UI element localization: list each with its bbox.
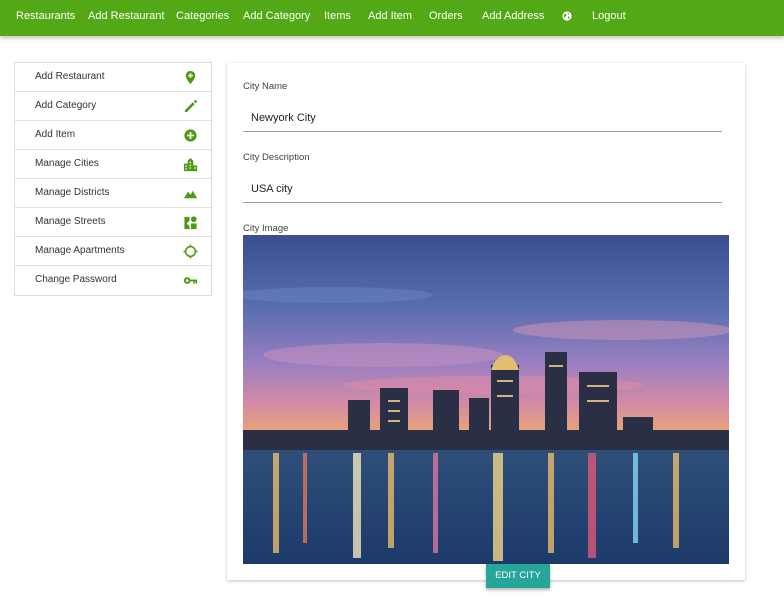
city-image[interactable] (243, 235, 729, 564)
sidebar-item-label: Manage Cities (35, 158, 99, 169)
sidebar-item-label: Add Item (35, 129, 76, 140)
sidebar-item-manage-apartments[interactable]: Manage Apartments (15, 237, 211, 266)
sidebar-item-label: Add Restaurant (35, 71, 105, 82)
sidebar-item-add-restaurant[interactable]: Add Restaurant (15, 63, 211, 92)
edit-city-button[interactable]: EDIT CITY (486, 564, 550, 588)
sidebar-item-add-category[interactable]: Add Category (15, 92, 211, 121)
terrain-icon (183, 190, 198, 199)
city-image-label: City Image (243, 223, 289, 234)
city-description-underline (243, 202, 722, 203)
city-skyline-picture (243, 235, 729, 564)
globe-icon[interactable] (562, 11, 572, 21)
nav-link-items[interactable]: Items (324, 0, 351, 32)
city-name-underline (243, 131, 722, 132)
sidebar-item-change-password[interactable]: Change Password (15, 266, 211, 295)
plus-circle-icon (184, 129, 197, 142)
sidebar-menu: Add Restaurant Add Category Add Item Man… (14, 62, 212, 296)
key-icon (183, 277, 198, 284)
nav-link-orders[interactable]: Orders (429, 0, 463, 32)
edit-city-card: City Name Newyork City City Description … (227, 63, 745, 580)
top-navbar: Restaurants Add Restaurant Categories Ad… (0, 0, 784, 36)
city-description-label: City Description (243, 152, 310, 163)
sidebar-item-manage-streets[interactable]: Manage Streets (15, 208, 211, 237)
nav-link-add-category[interactable]: Add Category (243, 0, 310, 32)
nav-link-add-item[interactable]: Add Item (368, 0, 412, 32)
nav-link-logout[interactable]: Logout (592, 0, 626, 32)
sidebar-item-add-item[interactable]: Add Item (15, 121, 211, 150)
location-add-icon (185, 70, 196, 85)
sidebar-item-label: Add Category (35, 100, 97, 111)
crosshair-icon (183, 244, 198, 259)
sidebar-item-label: Change Password (35, 274, 117, 285)
sidebar-item-label: Manage Apartments (35, 245, 125, 256)
pencil-icon (184, 100, 197, 113)
city-name-input[interactable]: Newyork City (251, 112, 316, 124)
sidebar-item-label: Manage Districts (35, 187, 110, 198)
city-description-input[interactable]: USA city (251, 183, 293, 195)
map-icon (184, 216, 197, 230)
nav-link-categories[interactable]: Categories (176, 0, 229, 32)
city-name-label: City Name (243, 81, 288, 92)
sidebar-item-manage-cities[interactable]: Manage Cities (15, 150, 211, 179)
sidebar-item-manage-districts[interactable]: Manage Districts (15, 179, 211, 208)
city-icon (183, 157, 198, 172)
sidebar-item-label: Manage Streets (35, 216, 106, 227)
nav-link-add-address[interactable]: Add Address (482, 0, 544, 32)
nav-link-restaurants[interactable]: Restaurants (16, 0, 75, 32)
nav-link-add-restaurant[interactable]: Add Restaurant (88, 0, 164, 32)
